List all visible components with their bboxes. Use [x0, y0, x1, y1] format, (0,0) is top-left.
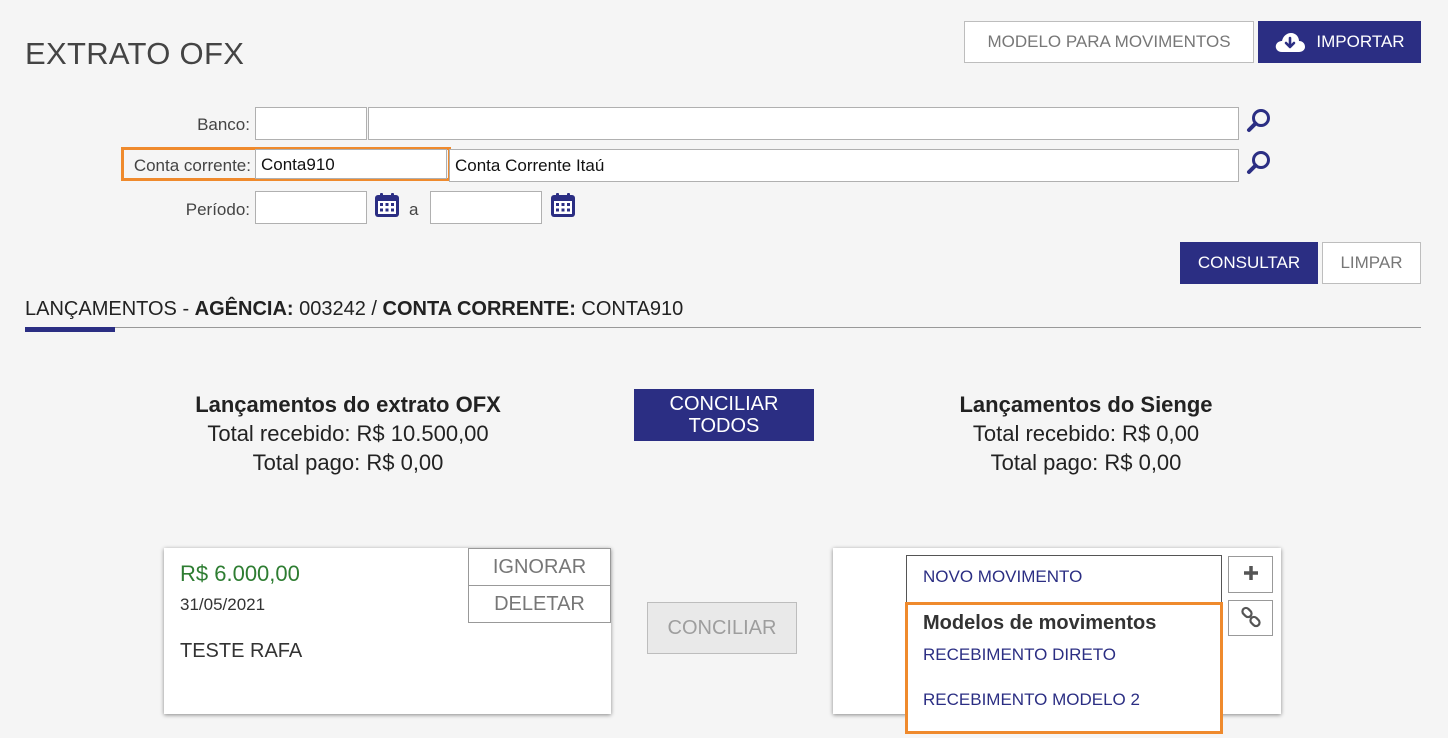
sienge-summary: Lançamentos do Sienge Total recebido: R$… — [886, 390, 1286, 477]
periodo-from-calendar-button[interactable] — [370, 191, 403, 224]
ofx-item-amount: R$ 6.000,00 — [180, 561, 300, 586]
sienge-total-recebido: Total recebido: R$ 0,00 — [972, 421, 1200, 446]
models-header: Modelos de movimentos — [923, 612, 1157, 634]
search-icon — [1245, 107, 1273, 140]
import-button-label: IMPORTAR — [1316, 32, 1405, 51]
conta-search-button[interactable] — [1242, 149, 1275, 182]
deletar-button[interactable]: DELETAR — [468, 585, 611, 623]
section-active-indicator — [25, 327, 115, 332]
periodo-label: Período: — [185, 200, 250, 219]
ofx-item-date: 31/05/2021 — [180, 595, 266, 614]
periodo-from-input[interactable] — [255, 191, 367, 224]
section-heading: LANÇAMENTOS - AGÊNCIA: 003242 / CONTA CO… — [25, 298, 684, 320]
novo-movimento-label: NOVO MOVIMENTO — [923, 567, 1083, 586]
banco-search-button[interactable] — [1242, 107, 1275, 140]
periodo-to-input[interactable] — [430, 191, 542, 224]
link-icon — [1240, 606, 1262, 631]
ofx-summary-title: Lançamentos do extrato OFX — [195, 392, 501, 417]
consultar-button[interactable]: CONSULTAR — [1180, 242, 1318, 284]
banco-label: Banco: — [197, 115, 250, 134]
ofx-total-recebido: Total recebido: R$ 10.500,00 — [207, 421, 489, 446]
sienge-total-pago: Total pago: R$ 0,00 — [990, 450, 1182, 475]
ofx-item-card: R$ 6.000,00 31/05/2021 TESTE RAFA IGNORA… — [164, 548, 611, 714]
agencia-label: AGÊNCIA: — [194, 298, 294, 320]
calendar-icon — [373, 191, 401, 224]
conta-corrente-label: Conta corrente: — [133, 156, 251, 175]
model-for-movements-button[interactable]: MODELO PARA MOVIMENTOS — [964, 21, 1254, 63]
conta-corrente-heading-value: CONTA910 — [575, 298, 684, 320]
models-dropdown-panel: Modelos de movimentos RECEBIMENTO DIRETO… — [905, 602, 1223, 734]
model-option-recebimento-modelo-2[interactable]: RECEBIMENTO MODELO 2 — [923, 690, 1140, 710]
link-movement-button[interactable] — [1228, 600, 1273, 636]
ignorar-button[interactable]: IGNORAR — [468, 548, 611, 586]
import-button[interactable]: IMPORTAR — [1258, 21, 1421, 63]
agencia-value: 003242 / — [293, 298, 383, 320]
conciliar-button[interactable]: CONCILIAR — [647, 602, 797, 654]
conta-code-input[interactable]: Conta910 — [255, 149, 447, 179]
novo-movimento-option[interactable]: NOVO MOVIMENTO — [906, 555, 1222, 603]
sienge-summary-title: Lançamentos do Sienge — [959, 392, 1213, 417]
periodo-to-calendar-button[interactable] — [546, 191, 579, 224]
conta-name-input[interactable]: Conta Corrente Itaú — [449, 149, 1239, 182]
model-option-recebimento-direto[interactable]: RECEBIMENTO DIRETO — [923, 645, 1116, 665]
section-title: LANÇAMENTOS — [25, 298, 177, 320]
page-title: EXTRATO OFX — [25, 36, 245, 71]
section-divider — [25, 327, 1421, 328]
add-movement-button[interactable] — [1228, 556, 1273, 593]
conta-corrente-heading-label: CONTA CORRENTE: — [382, 298, 576, 320]
plus-icon — [1242, 564, 1260, 585]
banco-name-input[interactable] — [368, 107, 1239, 140]
cloud-download-icon — [1274, 30, 1306, 54]
conciliar-todos-button[interactable]: CONCILIAR TODOS — [634, 389, 814, 441]
limpar-button[interactable]: LIMPAR — [1322, 242, 1421, 284]
ofx-item-description: TESTE RAFA — [180, 640, 303, 662]
periodo-separator: a — [409, 200, 419, 219]
ofx-summary: Lançamentos do extrato OFX Total recebid… — [148, 390, 548, 477]
ofx-total-pago: Total pago: R$ 0,00 — [252, 450, 444, 475]
search-icon — [1245, 149, 1273, 182]
calendar-icon — [549, 191, 577, 224]
banco-code-input[interactable] — [255, 107, 367, 140]
